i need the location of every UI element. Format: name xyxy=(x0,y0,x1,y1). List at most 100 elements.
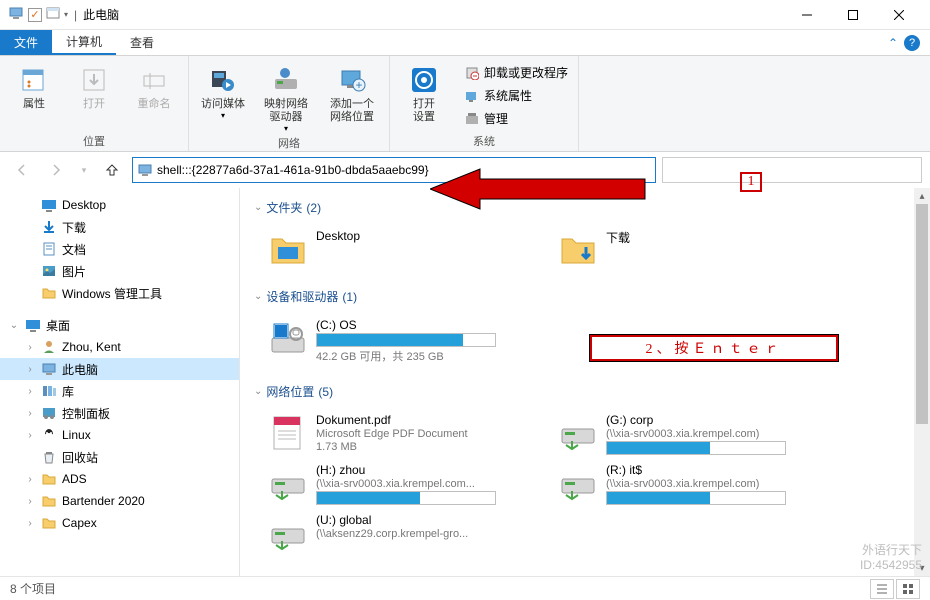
add-network-location-button[interactable]: + 添加一个 网络位置 xyxy=(321,60,383,133)
body: Desktop 下载 文档 图片 Windows 管理工具 ⌄桌面 ›Zhou,… xyxy=(0,188,930,576)
tree-controlpanel[interactable]: ›控制面板 xyxy=(0,402,239,424)
svg-text:+: + xyxy=(355,78,362,92)
ribbon-collapse[interactable]: ⌃ ? xyxy=(878,30,930,55)
props-icon[interactable] xyxy=(46,6,60,23)
chevron-right-icon[interactable]: › xyxy=(24,408,36,419)
scrollbar[interactable]: ▴ ▾ xyxy=(914,188,930,576)
content-area[interactable]: ▴ ▾ ⌄ 文件夹 (2) Desktop 下载 xyxy=(240,188,930,576)
chevron-right-icon[interactable]: › xyxy=(24,474,36,485)
checkbox-icon[interactable]: ✓ xyxy=(28,8,42,22)
minimize-button[interactable] xyxy=(784,0,830,30)
chevron-right-icon[interactable]: › xyxy=(24,364,36,375)
open-settings-button[interactable]: 打开 设置 xyxy=(396,60,452,131)
os-drive-icon xyxy=(268,318,308,358)
chevron-down-icon[interactable]: ⌄ xyxy=(8,320,20,331)
chevron-right-icon[interactable]: › xyxy=(24,386,36,397)
item-pdf[interactable]: Dokument.pdf Microsoft Edge PDF Document… xyxy=(264,409,514,459)
recent-dropdown[interactable]: ▾ xyxy=(76,156,92,184)
section-devices-header[interactable]: ⌄ 设备和驱动器 (1) xyxy=(254,285,916,308)
scrollbar-thumb[interactable] xyxy=(916,204,928,424)
nav-bar: ▾ xyxy=(0,152,930,188)
network-drive-icon xyxy=(270,64,302,96)
open-icon xyxy=(78,64,110,96)
network-drive-icon xyxy=(558,413,598,453)
network-drive-icon xyxy=(558,463,598,503)
chevron-right-icon[interactable]: › xyxy=(24,342,36,353)
folder-icon xyxy=(40,284,58,302)
section-network-header[interactable]: ⌄ 网络位置 (5) xyxy=(254,380,916,403)
drive-u[interactable]: (U:) global (\\aksenz29.corp.krempel-gro… xyxy=(264,509,514,557)
back-button[interactable] xyxy=(8,156,36,184)
manage-button[interactable]: 管理 xyxy=(460,108,572,129)
tree-desktop-root[interactable]: ⌄桌面 xyxy=(0,314,239,336)
tree-capex[interactable]: ›Capex xyxy=(0,512,239,534)
network-location-icon: + xyxy=(336,64,368,96)
tab-file[interactable]: 文件 xyxy=(0,30,52,55)
tree-libraries[interactable]: ›库 xyxy=(0,380,239,402)
rename-button[interactable]: 重命名 xyxy=(126,60,182,131)
scroll-up-icon[interactable]: ▴ xyxy=(914,188,930,204)
controlpanel-icon xyxy=(40,404,58,422)
rename-icon xyxy=(138,64,170,96)
recycle-icon xyxy=(40,448,58,466)
quickaccess-dropdown-icon[interactable]: ▾ xyxy=(64,10,68,19)
dropdown-arrow-icon: ▾ xyxy=(284,124,288,133)
group-network-label: 网络 xyxy=(195,133,383,151)
tree-bartender[interactable]: ›Bartender 2020 xyxy=(0,490,239,512)
tab-view[interactable]: 查看 xyxy=(116,30,168,55)
thispc-icon xyxy=(137,162,153,178)
folder-icon xyxy=(40,492,58,510)
drive-g[interactable]: (G:) corp (\\xia-srv0003.xia.krempel.com… xyxy=(554,409,804,459)
view-icons-button[interactable] xyxy=(896,579,920,599)
chevron-right-icon[interactable]: › xyxy=(24,430,36,441)
folder-desktop[interactable]: Desktop xyxy=(264,225,514,273)
drive-usage-bar xyxy=(606,441,786,455)
address-input[interactable] xyxy=(157,163,651,177)
chevron-right-icon[interactable]: › xyxy=(24,518,36,529)
uninstall-button[interactable]: 卸载或更改程序 xyxy=(460,62,572,83)
tree-ads[interactable]: ›ADS xyxy=(0,468,239,490)
linux-icon xyxy=(40,426,58,444)
drive-h[interactable]: (H:) zhou (\\xia-srv0003.xia.krempel.com… xyxy=(264,459,514,509)
help-icon[interactable]: ? xyxy=(904,35,920,51)
folder-icon xyxy=(40,470,58,488)
tree-recycle[interactable]: 回收站 xyxy=(0,446,239,468)
chevron-up-icon: ⌃ xyxy=(888,36,898,50)
scroll-down-icon[interactable]: ▾ xyxy=(914,560,930,576)
close-button[interactable] xyxy=(876,0,922,30)
group-system-label: 系统 xyxy=(396,131,572,149)
chevron-down-icon: ⌄ xyxy=(254,202,262,213)
title-bar: ✓ ▾ | 此电脑 xyxy=(0,0,930,30)
drive-c[interactable]: (C:) OS 42.2 GB 可用，共 235 GB xyxy=(264,314,514,368)
tree-desktop[interactable]: Desktop xyxy=(0,194,239,216)
tree-thispc[interactable]: ›此电脑 xyxy=(0,358,239,380)
folder-downloads[interactable]: 下载 xyxy=(554,225,804,273)
ribbon-tabs: 文件 计算机 查看 ⌃ ? xyxy=(0,30,930,56)
tree-admintools[interactable]: Windows 管理工具 xyxy=(0,282,239,304)
access-media-button[interactable]: 访问媒体 ▾ xyxy=(195,60,251,133)
section-folders-header[interactable]: ⌄ 文件夹 (2) xyxy=(254,196,916,219)
tree-pictures[interactable]: 图片 xyxy=(0,260,239,282)
address-bar[interactable] xyxy=(132,157,656,183)
tree-documents[interactable]: 文档 xyxy=(0,238,239,260)
downloads-icon xyxy=(40,218,58,236)
up-button[interactable] xyxy=(98,156,126,184)
view-details-button[interactable] xyxy=(870,579,894,599)
tab-computer[interactable]: 计算机 xyxy=(52,30,116,55)
chevron-right-icon[interactable]: › xyxy=(24,496,36,507)
status-count: 8 个项目 xyxy=(10,580,56,597)
nav-tree[interactable]: Desktop 下载 文档 图片 Windows 管理工具 ⌄桌面 ›Zhou,… xyxy=(0,188,240,576)
tree-downloads[interactable]: 下载 xyxy=(0,216,239,238)
search-box[interactable] xyxy=(662,157,922,183)
tree-linux[interactable]: ›Linux xyxy=(0,424,239,446)
thispc-icon xyxy=(40,360,58,378)
pictures-icon xyxy=(40,262,58,280)
tree-user[interactable]: ›Zhou, Kent xyxy=(0,336,239,358)
map-drive-button[interactable]: 映射网络 驱动器 ▾ xyxy=(255,60,317,133)
properties-button[interactable]: 属性 xyxy=(6,60,62,131)
maximize-button[interactable] xyxy=(830,0,876,30)
drive-r[interactable]: (R:) it$ (\\xia-srv0003.xia.krempel.com) xyxy=(554,459,804,509)
system-properties-button[interactable]: 系统属性 xyxy=(460,85,572,106)
open-button[interactable]: 打开 xyxy=(66,60,122,131)
forward-button[interactable] xyxy=(42,156,70,184)
